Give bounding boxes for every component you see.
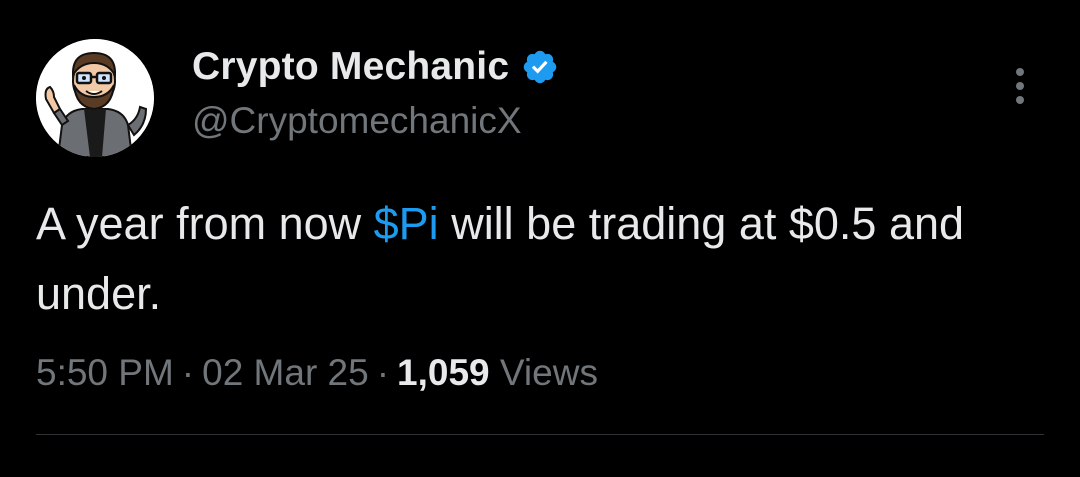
tweet-time[interactable]: 5:50 PM [36, 352, 174, 393]
meta-separator: · [376, 352, 390, 393]
verified-badge-icon[interactable] [521, 48, 559, 86]
tweet-text-start: A year from now [36, 198, 374, 249]
cashtag-link[interactable]: $Pi [374, 198, 439, 249]
views-count[interactable]: 1,059 [397, 352, 490, 393]
author-name-row[interactable]: Crypto Mechanic [192, 44, 559, 90]
display-name[interactable]: Crypto Mechanic [192, 45, 509, 89]
avatar[interactable] [36, 39, 154, 157]
tweet-text: A year from now $Pi will be trading at $… [36, 189, 1036, 329]
more-options-button[interactable] [1004, 64, 1036, 110]
tweet-meta: 5:50 PM · 02 Mar 25 · 1,059 Views [36, 346, 598, 400]
divider [36, 434, 1044, 435]
meta-separator: · [181, 352, 195, 393]
views-label: Views [489, 352, 598, 393]
author-handle[interactable]: @CryptomechanicX [192, 100, 522, 142]
more-options-icon [1016, 68, 1024, 104]
tweet-date[interactable]: 02 Mar 25 [202, 352, 369, 393]
avatar-cartoon-image [36, 39, 154, 157]
